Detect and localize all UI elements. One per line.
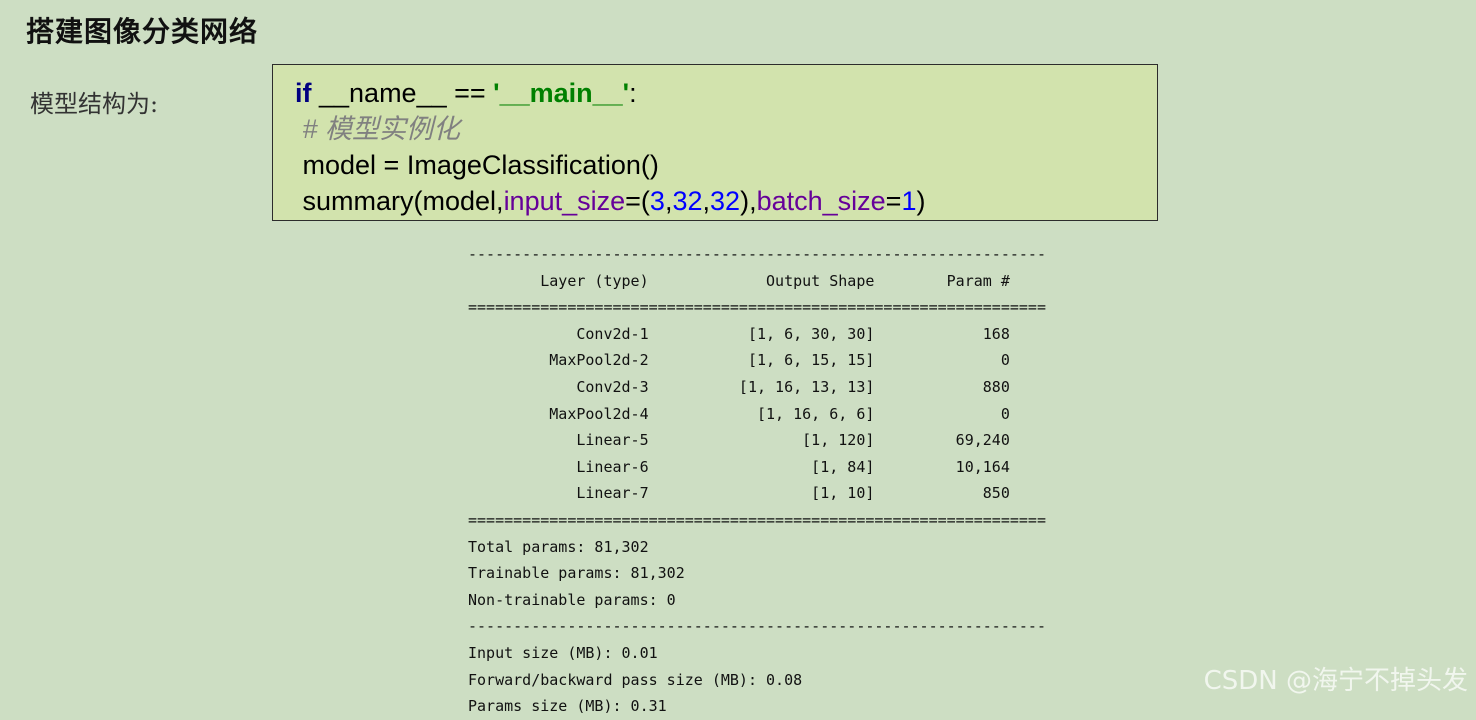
summary-total-line: Total params: 81,302	[468, 537, 649, 556]
summary-layer-row: Linear-6 [1, 84] 10,164	[468, 457, 1010, 476]
summary-rows: Conv2d-1 [1, 6, 30, 30] 168 MaxPool2d-2 …	[468, 321, 1068, 507]
summary-layer-row: Linear-5 [1, 120] 69,240	[468, 431, 1010, 450]
summary-total-line: Trainable params: 81,302	[468, 564, 685, 583]
summary-size-line: Params size (MB): 0.31	[468, 697, 667, 716]
watermark: CSDN @海宁不掉头发	[1203, 666, 1468, 696]
code-number: 3	[649, 186, 665, 216]
page-title: 搭建图像分类网络	[26, 15, 259, 48]
code-line-4: summary(model,input_size=(3,32,32),batch…	[295, 183, 1157, 219]
summary-separator-dash: ----------------------------------------…	[468, 617, 1046, 636]
summary-header: Layer (type) Output Shape Param #	[468, 271, 1010, 290]
summary-size-line: Forward/backward pass size (MB): 0.08	[468, 670, 803, 689]
code-line-2: # 模型实例化	[295, 111, 1157, 147]
summary-separator-eq: ========================================…	[468, 298, 1046, 317]
code-text: summary(model,	[302, 186, 504, 216]
code-text: )	[916, 186, 926, 216]
code-text: model = ImageClassification()	[302, 150, 659, 180]
code-param: input_size	[503, 186, 626, 216]
code-text: =	[885, 186, 902, 216]
summary-layer-row: Conv2d-3 [1, 16, 13, 13] 880	[468, 377, 1010, 396]
summary-layer-row: Conv2d-1 [1, 6, 30, 30] 168	[468, 324, 1010, 343]
summary-sizes: Input size (MB): 0.01 Forward/backward pa…	[468, 640, 1068, 720]
code-number: 32	[672, 186, 703, 216]
summary-separator-eq: ========================================…	[468, 510, 1046, 529]
code-number: 1	[901, 186, 917, 216]
code-text: :	[629, 78, 637, 108]
code-string: '__main__'	[493, 78, 630, 108]
code-keyword: if	[295, 78, 312, 108]
code-text: =(	[625, 186, 650, 216]
summary-separator-dash: ----------------------------------------…	[468, 245, 1046, 263]
summary-layer-row: MaxPool2d-2 [1, 6, 15, 15] 0	[468, 351, 1010, 370]
code-param: batch_size	[756, 186, 886, 216]
code-text: ,	[702, 186, 711, 216]
code-line-1: if __name__ == '__main__':	[295, 75, 1157, 111]
code-block: if __name__ == '__main__': # 模型实例化 model…	[272, 64, 1158, 221]
summary-size-line: Input size (MB): 0.01	[468, 643, 658, 662]
summary-layer-row: Linear-7 [1, 10] 850	[468, 484, 1010, 503]
code-text: ),	[740, 186, 757, 216]
summary-totals: Total params: 81,302 Trainable params: 81…	[468, 534, 1068, 614]
summary-layer-row: MaxPool2d-4 [1, 16, 6, 6] 0	[468, 404, 1010, 423]
model-summary-output: ----------------------------------------…	[468, 241, 1068, 720]
code-text: __name__ ==	[311, 78, 494, 108]
code-line-3: model = ImageClassification()	[295, 147, 1157, 183]
model-structure-label: 模型结构为:	[30, 90, 159, 118]
summary-total-line: Non-trainable params: 0	[468, 590, 676, 609]
code-number: 32	[710, 186, 741, 216]
code-comment: # 模型实例化	[302, 114, 461, 144]
